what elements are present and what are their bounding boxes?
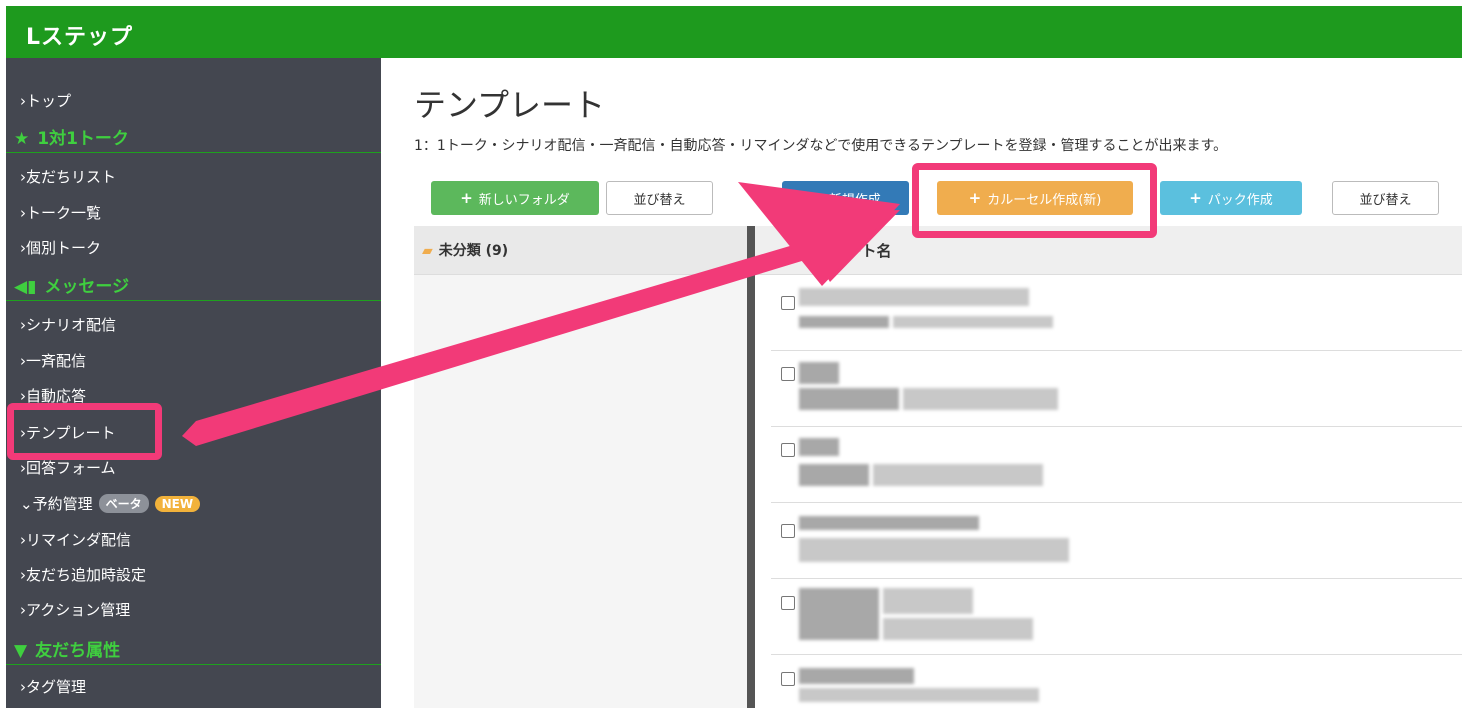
- sidebar-item-reservation[interactable]: ⌄予約管理 ベータ NEW: [20, 493, 201, 514]
- redacted-text: [799, 516, 979, 530]
- sidebar-item-top[interactable]: ›トップ: [20, 90, 71, 111]
- sort-folders-button[interactable]: 並び替え: [606, 181, 713, 215]
- pack-create-button[interactable]: + パック作成: [1160, 181, 1302, 215]
- redacted-text: [799, 316, 889, 328]
- folder-uncategorized[interactable]: ▰ 未分類 (9): [414, 226, 747, 275]
- sidebar-item-broadcast[interactable]: ›一斉配信: [20, 350, 86, 371]
- row-checkbox[interactable]: [781, 296, 795, 310]
- sidebar-item-friend-add-settings[interactable]: ›友だち追加時設定: [20, 564, 146, 585]
- redacted-text: [883, 588, 973, 614]
- sidebar-item-talk-list[interactable]: ›トーク一覧: [20, 202, 101, 223]
- filter-icon: ▼: [14, 641, 28, 661]
- highlight-carousel-button: [912, 163, 1157, 238]
- table-row[interactable]: [771, 578, 1462, 655]
- redacted-text: [799, 438, 839, 456]
- pane-splitter[interactable]: [747, 226, 755, 708]
- row-checkbox[interactable]: [781, 596, 795, 610]
- sidebar-section-message: ◀▮ メッセージ: [6, 268, 381, 301]
- sidebar-item-friend-list[interactable]: ›友だちリスト: [20, 166, 116, 187]
- star-icon: ★: [14, 129, 30, 149]
- table-row[interactable]: [771, 502, 1462, 579]
- template-name-column: テンプレート名: [787, 242, 892, 260]
- redacted-text: [799, 288, 1029, 306]
- redacted-text: [799, 588, 879, 640]
- brand-logo[interactable]: Lステップ: [26, 19, 133, 51]
- sidebar-item-scenario[interactable]: ›シナリオ配信: [20, 314, 116, 335]
- sidebar-item-answer-form[interactable]: ›回答フォーム: [20, 457, 116, 478]
- sidebar-section-talk: ★ 1対1トーク: [6, 120, 381, 153]
- page-title: テンプレート: [414, 86, 606, 124]
- redacted-text: [903, 388, 1058, 410]
- sidebar-item-tag-management[interactable]: ›タグ管理: [20, 676, 86, 697]
- sort-templates-button[interactable]: 並び替え: [1332, 181, 1439, 215]
- sidebar-section-friend-attributes: ▼ 友だち属性: [6, 632, 381, 665]
- redacted-text: [873, 464, 1043, 486]
- redacted-text: [893, 316, 1053, 328]
- redacted-text: [799, 388, 899, 410]
- redacted-text: [799, 688, 1039, 702]
- plus-icon: +: [810, 189, 823, 207]
- row-checkbox[interactable]: [781, 443, 795, 457]
- table-row[interactable]: [771, 426, 1462, 503]
- new-folder-button[interactable]: + 新しいフォルダ: [431, 181, 599, 215]
- redacted-text: [883, 618, 1033, 640]
- highlight-template-menu: [7, 403, 162, 460]
- template-list: テンプレート名: [755, 226, 1462, 708]
- table-row[interactable]: [771, 654, 1462, 708]
- redacted-text: [799, 668, 914, 684]
- redacted-text: [799, 538, 1069, 562]
- page-description: 1：1トーク・シナリオ配信・一斉配信・自動応答・リマインダなどで使用できるテンプ…: [414, 138, 1228, 154]
- top-bar: Lステップ: [6, 6, 1462, 58]
- plus-icon: +: [460, 189, 473, 207]
- sidebar-item-action-management[interactable]: ›アクション管理: [20, 599, 130, 620]
- row-checkbox[interactable]: [781, 524, 795, 538]
- beta-badge: ベータ: [98, 494, 149, 513]
- new-template-button[interactable]: + 新規作成: [782, 181, 909, 215]
- redacted-text: [799, 464, 869, 486]
- table-row[interactable]: [771, 274, 1462, 351]
- main-content: テンプレート 1：1トーク・シナリオ配信・一斉配信・自動応答・リマインダなどで使…: [381, 58, 1462, 708]
- sidebar-item-reminder[interactable]: ›リマインダ配信: [20, 529, 131, 550]
- new-badge: NEW: [154, 496, 201, 512]
- redacted-text: [799, 362, 839, 384]
- table-row[interactable]: [771, 350, 1462, 427]
- megaphone-icon: ◀▮: [14, 277, 37, 297]
- folder-pane: ▰ 未分類 (9): [414, 226, 747, 708]
- row-checkbox[interactable]: [781, 672, 795, 686]
- sidebar: ›トップ ★ 1対1トーク ›友だちリスト ›トーク一覧 ›個別トーク ◀▮ メッセ…: [6, 58, 381, 708]
- plus-icon: +: [1189, 189, 1202, 207]
- folder-open-icon: ▰: [422, 243, 433, 259]
- row-checkbox[interactable]: [781, 367, 795, 381]
- sidebar-item-individual-talk[interactable]: ›個別トーク: [20, 237, 101, 258]
